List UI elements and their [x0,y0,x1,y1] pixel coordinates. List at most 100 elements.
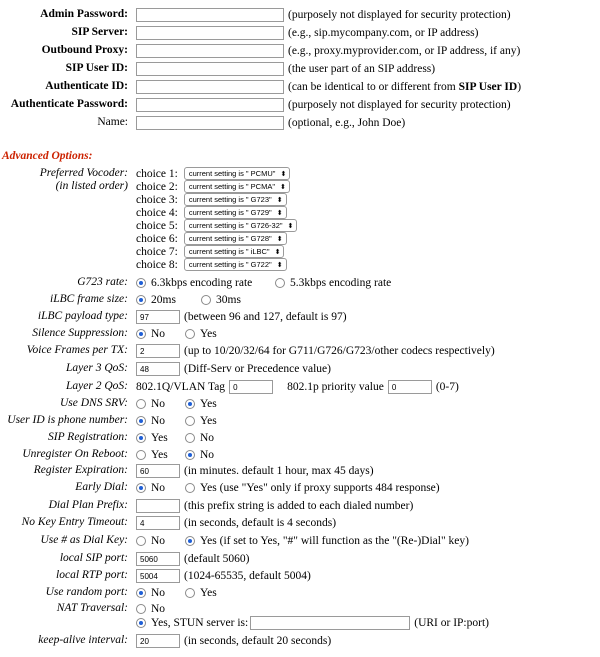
dns-srv-no-option[interactable]: No [136,398,181,410]
ilbc-payload-row: iLBC payload type: (between 96 and 127, … [0,308,600,326]
layer3-qos-row: Layer 3 QoS: (Diff-Serv or Precedence va… [0,360,600,378]
ilbc-30ms-option[interactable]: 30ms [201,294,241,306]
vocoder-choice-7: choice 7: current setting is " iLBC" ⬍ [136,245,285,258]
keepalive-label: keep-alive interval: [38,634,128,646]
sip-user-id-row: SIP User ID: (the user part of an SIP ad… [0,60,600,78]
local-rtp-port-field[interactable] [136,569,180,583]
nat-stun-row: Yes, STUN server is: (URI or IP:port) [0,614,600,632]
vocoder-choice-3: choice 3: current setting is " G723" ⬍ [136,193,287,206]
early-dial-no-option[interactable]: No [136,482,181,494]
admin-password-row: Admin Password: (purposely not displayed… [0,6,600,24]
select-arrow-icon: ⬍ [274,248,281,256]
vocoder-choice-2-select[interactable]: current setting is " PCMA" ⬍ [183,180,290,193]
name-field[interactable] [136,116,284,130]
dial-prefix-row: Dial Plan Prefix: (this prefix string is… [0,497,600,515]
authenticate-password-hint: (purposely not displayed for security pr… [288,99,511,111]
sip-registration-yes-option[interactable]: Yes [136,432,181,444]
g723-rate-53-option[interactable]: 5.3kbps encoding rate [275,277,391,289]
userid-phone-label: User ID is phone number: [7,414,128,426]
vocoder-choice-4-select[interactable]: current setting is " G729" ⬍ [183,206,287,219]
advanced-options-heading: Advanced Options: [2,150,93,162]
vocoder-choice-3-select[interactable]: current setting is " G723" ⬍ [183,193,287,206]
sip-server-row: SIP Server: (e.g., sip.mycompany.com, or… [0,24,600,42]
authenticate-password-label: Authenticate Password: [10,98,128,110]
sip-registration-label: SIP Registration: [48,431,128,443]
name-row: Name: (optional, e.g., John Doe) [0,114,600,132]
select-arrow-icon: ⬍ [276,261,283,269]
stun-server-field[interactable] [250,616,411,630]
layer2-qos-label: Layer 2 QoS: [66,380,128,392]
admin-password-field[interactable] [136,8,284,22]
sip-registration-row: SIP Registration: Yes No [0,429,600,447]
vocoder-choice-4: choice 4: current setting is " G729" ⬍ [136,206,287,219]
dial-prefix-hint: (this prefix string is added to each dia… [184,500,414,512]
authenticate-password-row: Authenticate Password: (purposely not di… [0,96,600,114]
hash-dial-no-option[interactable]: No [136,535,181,547]
random-port-label: Use random port: [45,586,128,598]
outbound-proxy-label: Outbound Proxy: [41,44,128,56]
random-port-no-option[interactable]: No [136,587,181,599]
local-rtp-port-hint: (1024-65535, default 5004) [184,570,311,582]
sip-registration-no-option[interactable]: No [185,432,214,444]
nat-stun-option[interactable]: Yes, STUN server is: [136,617,248,629]
unregister-yes-option[interactable]: Yes [136,449,181,461]
outbound-proxy-field[interactable] [136,44,284,58]
sip-server-field[interactable] [136,26,284,40]
ilbc-20ms-option[interactable]: 20ms [136,294,197,306]
voice-frames-hint: (up to 10/20/32/64 for G711/G726/G723/ot… [184,345,495,357]
ilbc-payload-label: iLBC payload type: [37,310,128,322]
select-arrow-icon: ⬍ [276,196,283,204]
silence-no-option[interactable]: No [136,328,181,340]
userid-phone-no-option[interactable]: No [136,415,181,427]
vocoder-choice-7-select[interactable]: current setting is " iLBC" ⬍ [183,245,285,258]
nat-traversal-label: NAT Traversal: [56,602,128,614]
admin-password-hint: (purposely not displayed for security pr… [288,9,511,21]
authenticate-id-field[interactable] [136,80,284,94]
layer2-qos-row: Layer 2 QoS: 802.1Q/VLAN Tag 802.1p prio… [0,378,600,396]
g723-rate-63-option[interactable]: 6.3kbps encoding rate [136,277,271,289]
userid-phone-yes-option[interactable]: Yes [185,415,217,427]
authenticate-id-hint: (can be identical to or different from S… [288,81,522,93]
priority-value-label: 802.1p priority value [287,381,384,393]
priority-value-field[interactable] [387,380,432,394]
dns-srv-label: Use DNS SRV: [59,397,128,409]
sip-user-id-hint: (the user part of an SIP address) [288,63,436,75]
dns-srv-row: Use DNS SRV: No Yes [0,395,600,413]
local-sip-port-field[interactable] [136,552,180,566]
hash-dial-row: Use # as Dial Key: No Yes (if set to Yes… [0,532,600,550]
random-port-yes-option[interactable]: Yes [185,587,217,599]
dial-prefix-field[interactable] [136,499,180,513]
hash-dial-yes-option[interactable]: Yes (if set to Yes, "#" will function as… [185,535,469,547]
keepalive-field[interactable] [136,634,180,648]
early-dial-yes-option[interactable]: Yes (use "Yes" only if proxy supports 48… [185,482,440,494]
local-rtp-port-row: local RTP port: (1024-65535, default 500… [0,567,600,585]
voice-frames-field[interactable] [136,344,180,358]
register-expiration-label: Register Expiration: [33,464,128,476]
dns-srv-yes-option[interactable]: Yes [185,398,217,410]
vocoder-choice-1-select[interactable]: current setting is " PCMU" ⬍ [183,167,291,180]
vocoder-choice-6-select[interactable]: current setting is " G728" ⬍ [183,232,287,245]
priority-value-hint: (0-7) [435,381,459,393]
g723-rate-row: G723 rate: 6.3kbps encoding rate 5.3kbps… [0,274,600,292]
authenticate-password-field[interactable] [136,98,284,112]
authenticate-id-label: Authenticate ID: [45,80,128,92]
register-expiration-field[interactable] [136,464,180,478]
layer3-qos-field[interactable] [136,362,180,376]
vocoder-choice-5-select[interactable]: current setting is " G726-32" ⬍ [183,219,298,232]
local-sip-port-label: local SIP port: [59,552,128,564]
unregister-no-option[interactable]: No [185,449,214,461]
no-key-timeout-field[interactable] [136,516,180,530]
early-dial-label: Early Dial: [75,481,128,493]
sip-user-id-label: SIP User ID: [65,62,128,74]
vocoder-choice-8-select[interactable]: current setting is " G722" ⬍ [183,258,287,271]
name-hint: (optional, e.g., John Doe) [288,117,406,129]
voice-frames-row: Voice Frames per TX: (up to 10/20/32/64 … [0,342,600,360]
vocoder-choice-5: choice 5: current setting is " G726-32" ⬍ [136,219,298,232]
stun-server-hint: (URI or IP:port) [414,617,489,629]
ilbc-payload-field[interactable] [136,310,180,324]
preferred-vocoder-label: Preferred Vocoder: [39,167,128,179]
silence-yes-option[interactable]: Yes [185,328,217,340]
vlan-tag-field[interactable] [229,380,274,394]
sip-user-id-field[interactable] [136,62,284,76]
g723-rate-label: G723 rate: [77,276,128,288]
